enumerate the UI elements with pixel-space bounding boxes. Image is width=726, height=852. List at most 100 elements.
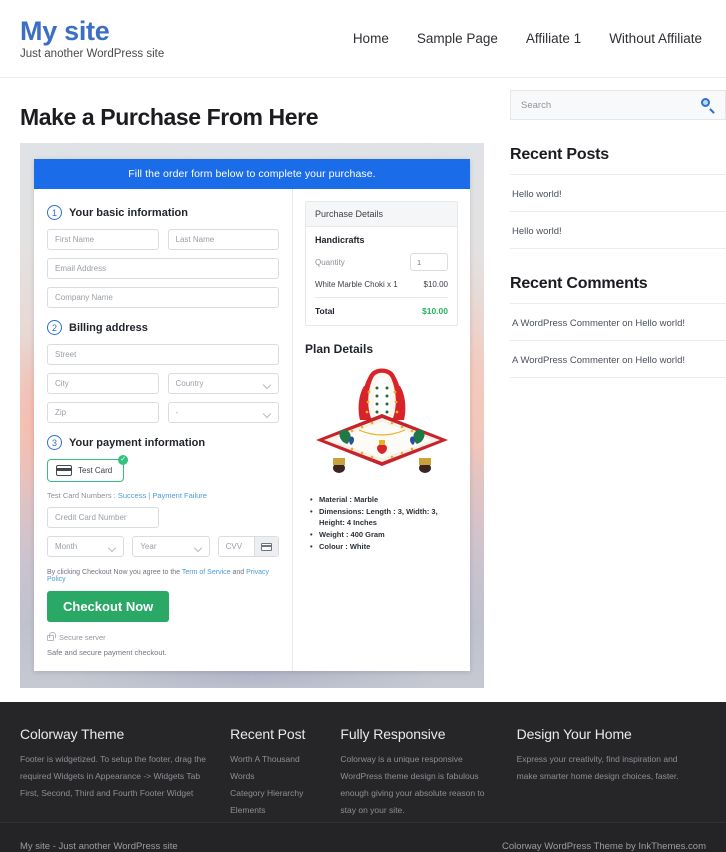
list-item[interactable]: A WordPress Commenter on Hello world! xyxy=(510,340,726,378)
nav-item-without-affiliate[interactable]: Without Affiliate xyxy=(609,31,702,46)
terms-and: and xyxy=(230,569,247,576)
spec-item: Colour : White xyxy=(310,541,458,553)
product-specs-list: Material : Marble Dimensions: Length : 3… xyxy=(305,494,458,552)
widget-spacer xyxy=(510,249,726,275)
terms-prefix: By clicking Checkout Now you agree to th… xyxy=(47,569,182,576)
recent-comment-link[interactable]: A WordPress Commenter on Hello world! xyxy=(512,318,685,329)
test-card-label: Test Card xyxy=(78,466,113,475)
credit-card-number-input[interactable]: Credit Card Number xyxy=(47,507,159,528)
checkout-now-button[interactable]: Checkout Now xyxy=(47,591,170,622)
step-3-label: Your payment information xyxy=(69,436,206,449)
test-card-prefix: Test Card Numbers : xyxy=(47,491,118,500)
line-item-row: White Marble Choki x 1 $10.00 xyxy=(315,280,448,297)
city-input[interactable]: City xyxy=(47,373,159,394)
safe-checkout-text: Safe and secure payment checkout. xyxy=(47,648,167,657)
purchase-details-body: Handicrafts Quantity 1 White Marble Chok… xyxy=(306,227,457,325)
country-select[interactable]: Country xyxy=(167,373,279,394)
zip-input[interactable]: Zip xyxy=(47,402,159,423)
step-1-label: Your basic information xyxy=(69,206,188,219)
test-card-failure-link[interactable]: Payment Failure xyxy=(152,491,207,500)
footer-widget-2-title: Recent Post xyxy=(230,726,306,742)
quantity-input[interactable]: 1 xyxy=(410,253,448,271)
expiry-month-select[interactable]: Month xyxy=(47,536,125,557)
plan-details-title: Plan Details xyxy=(305,342,374,356)
test-card-option[interactable]: ✓ Test Card xyxy=(47,455,129,482)
list-item[interactable]: Worth A Thousand Words xyxy=(230,751,322,785)
expiry-cvv-row: Month Year CVV xyxy=(47,536,279,557)
last-name-input[interactable]: Last Name xyxy=(167,229,279,250)
checkout-background: Fill the order form below to complete yo… xyxy=(20,143,484,688)
total-value: $10.00 xyxy=(422,306,448,316)
recent-posts-list: Hello world! Hello world! xyxy=(510,174,726,249)
city-country-row: City Country xyxy=(47,373,279,394)
sidebar: Search Recent Posts Hello world! Hello w… xyxy=(510,78,726,688)
expiry-year-select[interactable]: Year xyxy=(132,536,210,557)
step-3-number: 3 xyxy=(47,435,62,450)
footer-widget-3-title: Fully Responsive xyxy=(340,726,446,742)
email-field-row: Email Address xyxy=(47,258,279,279)
footer-widget-4-title: Design Your Home xyxy=(516,726,632,742)
search-icon[interactable] xyxy=(701,98,715,114)
step-1-heading: 1 Your basic information xyxy=(47,205,279,220)
footer-theme-credit[interactable]: Colorway WordPress Theme by InkThemes.co… xyxy=(502,841,706,852)
list-item[interactable]: Category Hierarchy xyxy=(230,785,322,802)
footer-recent-post-list: Worth A Thousand Words Category Hierarch… xyxy=(230,751,322,819)
page-wrapper: Make a Purchase From Here Fill the order… xyxy=(0,78,726,688)
purchase-details-box: Purchase Details Handicrafts Quantity 1 … xyxy=(305,201,458,326)
list-item[interactable]: Hello world! xyxy=(510,211,726,249)
card-number-row: Credit Card Number xyxy=(47,507,279,528)
recent-post-link[interactable]: Hello world! xyxy=(512,226,562,237)
street-input[interactable]: Street xyxy=(47,344,279,365)
checkout-card-body: 1 Your basic information First Name Last… xyxy=(34,189,470,671)
step-3-heading: 3 Your payment information xyxy=(47,435,279,450)
step-2-heading: 2 Billing address xyxy=(47,320,279,335)
first-name-input[interactable]: First Name xyxy=(47,229,159,250)
footer-widget-1-title: Colorway Theme xyxy=(20,726,125,742)
primary-navigation: Home Sample Page Affiliate 1 Without Aff… xyxy=(353,31,706,46)
name-field-row: First Name Last Name xyxy=(47,229,279,250)
lock-icon xyxy=(47,631,56,641)
email-input[interactable]: Email Address xyxy=(47,258,279,279)
purchase-summary-pane: Purchase Details Handicrafts Quantity 1 … xyxy=(292,189,470,671)
recent-comment-link[interactable]: A WordPress Commenter on Hello world! xyxy=(512,355,685,366)
footer-widget-4-text: Express your creativity, find inspiratio… xyxy=(516,754,679,781)
order-banner: Fill the order form below to complete yo… xyxy=(34,159,470,189)
secure-server-row: Secure server xyxy=(47,631,279,642)
quantity-row: Quantity 1 xyxy=(315,253,448,271)
order-form-pane: 1 Your basic information First Name Last… xyxy=(34,189,292,671)
checkout-card: Fill the order form below to complete yo… xyxy=(34,159,470,671)
list-item[interactable]: A WordPress Commenter on Hello world! xyxy=(510,303,726,341)
step-2-number: 2 xyxy=(47,320,62,335)
company-input[interactable]: Company Name xyxy=(47,287,279,308)
secure-server-text: Secure server xyxy=(59,633,106,642)
recent-post-link[interactable]: Hello world! xyxy=(512,189,562,200)
spec-item: Material : Marble xyxy=(310,494,458,506)
footer-widget-3-text: Colorway is a unique responsive WordPres… xyxy=(340,754,485,815)
product-image xyxy=(305,364,458,484)
total-label: Total xyxy=(315,306,335,316)
recent-comments-list: A WordPress Commenter on Hello world! A … xyxy=(510,303,726,378)
list-item[interactable]: Elements xyxy=(230,802,322,819)
nav-item-sample-page[interactable]: Sample Page xyxy=(417,31,498,46)
site-title[interactable]: My site xyxy=(20,16,164,45)
terms-of-service-link[interactable]: Term of Service xyxy=(182,569,231,576)
site-header: My site Just another WordPress site Home… xyxy=(0,0,726,78)
site-footer: Colorway Theme Footer is widgetized. To … xyxy=(0,702,726,822)
nav-item-home[interactable]: Home xyxy=(353,31,389,46)
list-item[interactable]: Hello world! xyxy=(510,174,726,212)
site-branding[interactable]: My site Just another WordPress site xyxy=(20,16,165,61)
search-input[interactable]: Search xyxy=(521,100,701,111)
credit-card-icon xyxy=(56,465,72,476)
footer-bottom-bar: My site - Just another WordPress site Co… xyxy=(0,822,726,852)
nav-item-affiliate-1[interactable]: Affiliate 1 xyxy=(526,31,581,46)
footer-widget-3: Fully Responsive Colorway is a unique re… xyxy=(340,726,516,815)
footer-copyright: My site - Just another WordPress site xyxy=(20,840,178,852)
test-card-success-link[interactable]: Success xyxy=(118,491,146,500)
search-widget[interactable]: Search xyxy=(510,90,726,120)
line-item-name: White Marble Choki x 1 xyxy=(315,280,398,289)
state-select[interactable]: - xyxy=(167,402,279,423)
zip-state-row: Zip - xyxy=(47,402,279,423)
line-item-price: $10.00 xyxy=(423,280,448,289)
spec-item: Dimensions: Length : 3, Width: 3, Height… xyxy=(310,506,458,529)
site-tagline: Just another WordPress site xyxy=(20,48,165,61)
